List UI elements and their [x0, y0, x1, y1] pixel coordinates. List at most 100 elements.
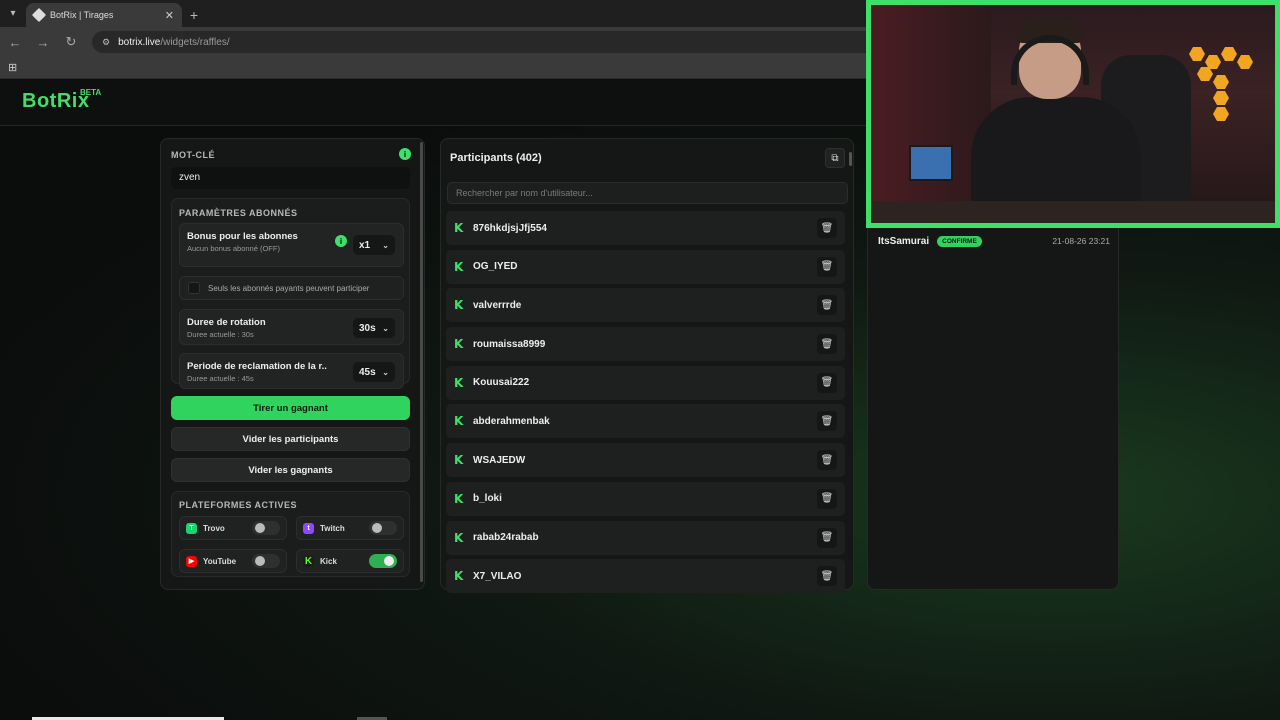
site-info-icon[interactable]: ⚙	[102, 37, 110, 48]
browser-tab[interactable]: BotRix | Tirages ✕	[26, 3, 182, 27]
trovo-toggle[interactable]	[252, 521, 280, 535]
draw-winner-button[interactable]: Tirer un gagnant	[171, 396, 410, 420]
participants-panel: Participants (402) ⧉ K 876hkdjsjJfj554 🗑 K…	[440, 138, 854, 594]
kick-icon: K	[454, 530, 464, 545]
trash-icon[interactable]: 🗑	[817, 372, 837, 393]
bonus-info-icon[interactable]: i	[335, 235, 347, 247]
subscriber-settings-title: PARAMÈTRES ABONNÉS	[179, 208, 298, 218]
rotation-sublabel: Duree actuelle : 30s	[187, 330, 254, 339]
bonus-label: Bonus pour les abonnes	[187, 231, 298, 242]
list-item: Kb_loki 🗑	[446, 481, 845, 516]
participant-list: K 876hkdjsjJfj554 🗑 K OG_IYED 🗑 Kvalverrrde 🗑…	[446, 211, 845, 598]
platform-name: Twitch	[320, 523, 345, 533]
kick-icon: K	[454, 337, 464, 352]
raffle-settings-panel: MOT-CLÉ i zven PARAMÈTRES ABONNÉS Bonus …	[160, 138, 425, 590]
new-tab-icon[interactable]: +	[182, 3, 206, 27]
platforms-title: PLATEFORMES ACTIVES	[179, 500, 298, 510]
participant-search-input[interactable]	[447, 182, 848, 204]
paid-only-row[interactable]: Seuls les abonnés payants peuvent partic…	[179, 276, 404, 300]
twitch-icon: t	[303, 522, 314, 534]
platform-twitch: t Twitch	[296, 516, 404, 540]
platform-kick: K Kick	[296, 549, 404, 573]
trash-icon[interactable]: 🗑	[817, 411, 837, 432]
list-item: K X7_VILAO 🗑	[446, 559, 845, 594]
trash-icon[interactable]: 🗑	[817, 450, 837, 471]
participants-scrollbar[interactable]	[849, 152, 852, 166]
claim-select-value: 45s	[359, 366, 376, 378]
paid-only-checkbox[interactable]	[188, 282, 200, 294]
participant-username: 876hkdjsjJfj554	[473, 222, 547, 234]
kick-icon: K	[454, 259, 464, 274]
participant-username: Kouusai222	[473, 377, 530, 389]
status-badge: CONFIRME	[937, 235, 982, 247]
twitch-toggle[interactable]	[369, 521, 397, 535]
rotation-select-value: 30s	[359, 322, 376, 334]
keyword-label: MOT-CLÉ	[171, 150, 215, 160]
kick-toggle[interactable]	[369, 554, 397, 568]
participant-username: OG_IYED	[473, 261, 518, 273]
trash-icon[interactable]: 🗑	[817, 334, 837, 355]
winner-date: 21-08-26 23:21	[1052, 236, 1110, 246]
bonus-sublabel: Aucun bonus abonné (OFF)	[187, 244, 280, 253]
rotation-row: Duree de rotation Duree actuelle : 30s 3…	[179, 309, 404, 345]
rotation-select[interactable]: 30s ⌄	[353, 318, 395, 338]
list-item: K Kouusai222 🗑	[446, 365, 845, 400]
url-field[interactable]: ⚙ botrix.live/widgets/raffles/	[92, 31, 992, 53]
claim-label: Periode de reclamation de la r...	[187, 361, 327, 372]
trash-icon[interactable]: 🗑	[817, 527, 837, 548]
platform-name: YouTube	[203, 556, 237, 566]
webcam-overlay	[866, 0, 1280, 228]
tab-search-icon[interactable]: ▾	[0, 0, 26, 27]
participant-username: WSAJEDW	[473, 454, 526, 466]
tab-title: BotRix | Tirages	[50, 10, 114, 20]
keyword-input[interactable]: zven	[171, 167, 410, 189]
chevron-down-icon: ⌄	[382, 367, 389, 377]
platform-trovo: T Trovo	[179, 516, 287, 540]
bonus-select-value: x1	[359, 239, 371, 251]
winners-panel: ItsSamurai CONFIRME 21-08-26 23:21	[867, 220, 1119, 590]
participant-username: abderahmenbak	[473, 415, 550, 427]
youtube-toggle[interactable]	[252, 554, 280, 568]
back-icon[interactable]: ←	[8, 35, 22, 50]
claim-select[interactable]: 45s ⌄	[353, 362, 395, 382]
list-item: K OG_IYED 🗑	[446, 249, 845, 284]
kick-icon: K	[454, 414, 464, 429]
left-panel-scrollbar[interactable]	[420, 142, 423, 582]
trash-icon[interactable]: 🗑	[817, 488, 837, 509]
chevron-down-icon: ⌄	[382, 323, 389, 333]
list-item: K 876hkdjsjJfj554 🗑	[446, 211, 845, 245]
rotation-label: Duree de rotation	[187, 317, 266, 328]
chevron-down-icon: ⌄	[382, 240, 389, 250]
close-tab-icon[interactable]: ✕	[165, 9, 174, 22]
kick-icon: K	[303, 555, 314, 567]
copy-icon[interactable]: ⧉	[825, 148, 845, 168]
kick-icon: K	[454, 221, 464, 235]
platform-name: Kick	[320, 556, 337, 566]
trash-icon[interactable]: 🗑	[817, 566, 837, 587]
reload-icon[interactable]: ↻	[64, 34, 78, 50]
subscriber-bonus-row: Bonus pour les abonnes Aucun bonus abonn…	[179, 223, 404, 267]
kick-icon: K	[454, 375, 464, 390]
trash-icon[interactable]: 🗑	[817, 218, 837, 238]
forward-icon[interactable]: →	[36, 35, 50, 50]
platform-name: Trovo	[203, 523, 225, 533]
clear-participants-button[interactable]: Vider les participants	[171, 427, 410, 451]
kick-icon: K	[454, 491, 464, 506]
trash-icon[interactable]: 🗑	[817, 256, 837, 277]
paid-only-label: Seuls les abonnés payants peuvent partic…	[208, 283, 370, 293]
bonus-select[interactable]: x1 ⌄	[353, 235, 395, 255]
trash-icon[interactable]: 🗑	[817, 295, 837, 316]
apps-grid-icon[interactable]: ⊞	[8, 61, 17, 74]
keyword-info-icon[interactable]: i	[399, 148, 411, 160]
list-item: K WSAJEDW 🗑	[446, 443, 845, 478]
clear-winners-button[interactable]: Vider les gagnants	[171, 458, 410, 482]
list-item: Kroumaissa8999 🗑	[446, 327, 845, 362]
claim-sublabel: Duree actuelle : 45s	[187, 374, 254, 383]
participant-username: rabab24rabab	[473, 532, 539, 543]
url-host: botrix.live	[118, 36, 161, 48]
youtube-icon: ▶	[186, 555, 197, 567]
kick-icon: K	[454, 569, 464, 584]
list-item: Kvalverrrde 🗑	[446, 288, 845, 323]
participants-title: Participants (402)	[450, 152, 542, 164]
platform-youtube: ▶ YouTube	[179, 549, 287, 573]
